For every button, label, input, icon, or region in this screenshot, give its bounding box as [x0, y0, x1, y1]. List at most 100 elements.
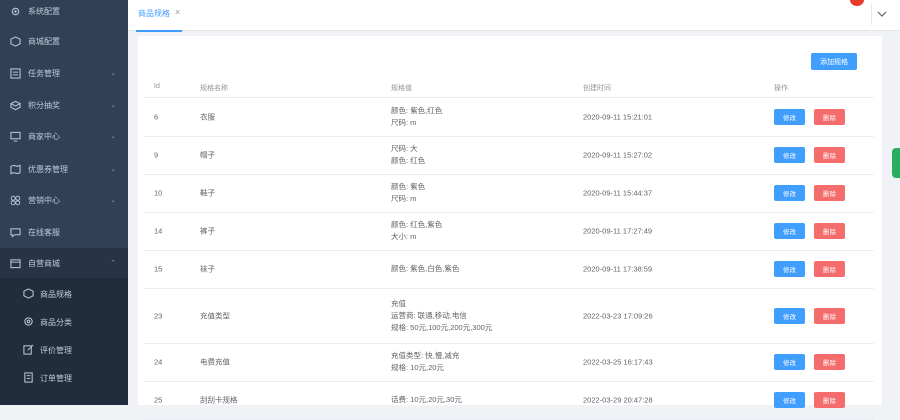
cell-spec-name: 衣服: [200, 112, 215, 122]
delete-button[interactable]: 删除: [814, 307, 845, 324]
cell-spec-name: 帽子: [200, 150, 215, 160]
sidebar-item-label: 自营商城: [28, 258, 60, 268]
tab-label: 商品规格: [138, 9, 170, 18]
side-float-handle[interactable]: [892, 148, 900, 178]
tabs-bar: 商品规格 ×: [128, 0, 900, 32]
sidebar-subitem-label: 商品规格: [40, 290, 72, 299]
notification-indicator[interactable]: [850, 0, 864, 6]
edit-button[interactable]: 修改: [774, 147, 805, 163]
list-icon: [10, 67, 21, 79]
sidebar-item-lottery[interactable]: 积分抽奖 ⌄: [0, 90, 128, 120]
table-row: 9 帽子 尺码: 大颜色: 红色 2020-09-11 15:27:02 修改 删除: [144, 136, 874, 175]
cell-created-time: 2020-09-11 17:38:59: [583, 264, 653, 274]
box-icon: [10, 100, 21, 111]
cell-created-time: 2022-03-25 16:17:43: [583, 357, 653, 367]
sidebar-item-online-service[interactable]: 在线客服: [0, 217, 128, 247]
spec-value-line: 充值类型: 快,慢,减充: [391, 351, 460, 360]
tab-product-spec[interactable]: 商品规格 ×: [136, 8, 183, 32]
sidebar-item-marketing-center[interactable]: 营销中心 ⌄: [0, 185, 128, 215]
cell-spec-values: 颜色: 紫色,白色,紫色: [391, 263, 459, 275]
delete-button[interactable]: 删除: [814, 261, 845, 277]
spec-value-line: 规格: 10元,20元: [391, 363, 444, 372]
gear-icon: [10, 6, 21, 17]
cell-spec-values: 充值 运营商: 联通,移动,电信 规格: 50元,100元,200元,300元: [391, 298, 492, 334]
sidebar-item-label: 积分抽奖: [28, 100, 60, 110]
cell-spec-values: 尺码: 大颜色: 红色: [391, 143, 425, 167]
cell-created-time: 2020-09-11 17:27:49: [583, 226, 653, 236]
spec-value-line: 颜色: 紫色: [391, 182, 426, 191]
edit-button[interactable]: 修改: [774, 185, 805, 201]
chevron-up-icon: ⌃: [110, 260, 116, 267]
sidebar-item-label: 任务管理: [28, 68, 60, 78]
delete-button[interactable]: 删除: [814, 185, 845, 201]
table-row: 10 鞋子 颜色: 紫色 尺码: m 2020-09-11 15:44:37 修改 删除: [144, 174, 874, 213]
cell-spec-values: 颜色: 紫色 尺码: m: [391, 181, 425, 205]
spec-value-line: 尺码: m: [391, 194, 417, 203]
receipt-icon: [23, 372, 34, 383]
settings-icon: [23, 316, 34, 327]
sidebar-subitem-product-category[interactable]: 商品分类: [0, 308, 128, 336]
cell-spec-name: 袜子: [200, 264, 215, 274]
sidebar-item-coupon-management[interactable]: 优惠券管理 ⌄: [0, 154, 128, 184]
cell-id: 15: [154, 264, 163, 274]
sidebar-item-label: 商城配置: [28, 36, 60, 46]
sidebar-item-label: 营销中心: [28, 195, 60, 205]
edit-button[interactable]: 修改: [774, 392, 805, 408]
edit-icon: [23, 344, 34, 355]
cell-spec-name: 刮刮卡规格: [200, 395, 238, 405]
cell-id: 9: [154, 150, 159, 160]
sidebar-subitem-label: 商品分类: [40, 318, 72, 327]
cell-id: 10: [154, 188, 163, 198]
cube-icon: [10, 35, 21, 47]
delete-button[interactable]: 删除: [814, 109, 845, 125]
cell-spec-values: 颜色: 紫色,红色 尺码: m: [391, 105, 442, 129]
sidebar-item-merchant-center[interactable]: 商家中心 ⌄: [0, 121, 128, 151]
spec-value-line: 颜色: 紫色,白色,紫色: [391, 264, 460, 273]
table-row: 14 裤子 颜色: 红色,紫色 大小: m 2020-09-11 17:27:49 修改删…: [144, 212, 874, 251]
sidebar-item-system-config[interactable]: 系统配置: [0, 0, 128, 26]
sidebar: 系统配置 商城配置 任务管理 ⌄ 积分抽奖 ⌄ 商家中心 ⌄ 优惠券管理 ⌄ 营…: [0, 0, 128, 405]
sidebar-subitem-label: 订单管理: [40, 374, 72, 383]
sidebar-subitem-label: 评价管理: [40, 346, 72, 355]
cell-spec-name: 裤子: [200, 226, 215, 236]
chevron-down-icon: ⌄: [110, 197, 116, 204]
sidebar-submenu: 商品规格 商品分类 评价管理 订单管理: [0, 278, 128, 405]
delete-button[interactable]: 删除: [814, 392, 845, 408]
chevron-down-icon: ⌄: [110, 102, 116, 109]
cell-created-time: 2022-03-23 17:09:26: [583, 311, 653, 320]
edit-button[interactable]: 修改: [774, 307, 805, 324]
chevron-down-icon[interactable]: [871, 3, 892, 25]
edit-button[interactable]: 修改: [774, 223, 805, 239]
sidebar-subitem-product-spec[interactable]: 商品规格: [0, 280, 128, 308]
delete-button[interactable]: 删除: [814, 147, 845, 163]
spec-value-line: 颜色: 红色,紫色: [391, 220, 443, 229]
sidebar-subitem-order-management[interactable]: 订单管理: [0, 364, 128, 392]
cell-spec-values: 话费: 10元,20元,30元: [391, 394, 462, 406]
cell-spec-values: 颜色: 红色,紫色 大小: m: [391, 219, 442, 243]
sidebar-subitem-review-management[interactable]: 评价管理: [0, 336, 128, 364]
spec-value-line: 颜色: 紫色,红色: [391, 106, 443, 115]
edit-button[interactable]: 修改: [774, 109, 805, 125]
spec-value-line: 大小: m: [391, 232, 417, 241]
delete-button[interactable]: 删除: [814, 223, 845, 239]
sidebar-item-label: 在线客服: [28, 227, 60, 237]
folder-icon: [10, 258, 21, 269]
cell-created-time: 2020-09-11 15:27:02: [583, 150, 653, 160]
add-spec-button[interactable]: 添加规格: [811, 53, 857, 70]
edit-button[interactable]: 修改: [774, 261, 805, 277]
close-icon[interactable]: ×: [175, 8, 180, 17]
delete-button[interactable]: 删除: [814, 354, 845, 370]
cell-id: 14: [154, 226, 163, 236]
chat-icon: [10, 227, 21, 238]
spec-value-line: 话费: 10元,20元,30元: [391, 395, 462, 404]
header-id: Id: [154, 83, 160, 90]
chevron-down-icon: ⌄: [110, 70, 116, 77]
sidebar-item-self-mall[interactable]: 自营商城 ⌃: [0, 248, 128, 278]
sidebar-item-mall-config[interactable]: 商城配置: [0, 26, 128, 56]
spec-value-line: 运营商: 联通,移动,电信: [391, 310, 467, 320]
table-row: 24 电费充值 充值类型: 快,慢,减充 规格: 10元,20元 2022-03-25 …: [144, 343, 874, 382]
map-icon: [10, 164, 21, 175]
sidebar-item-task-management[interactable]: 任务管理 ⌄: [0, 58, 128, 88]
monitor-icon: [10, 131, 21, 142]
edit-button[interactable]: 修改: [774, 354, 805, 370]
